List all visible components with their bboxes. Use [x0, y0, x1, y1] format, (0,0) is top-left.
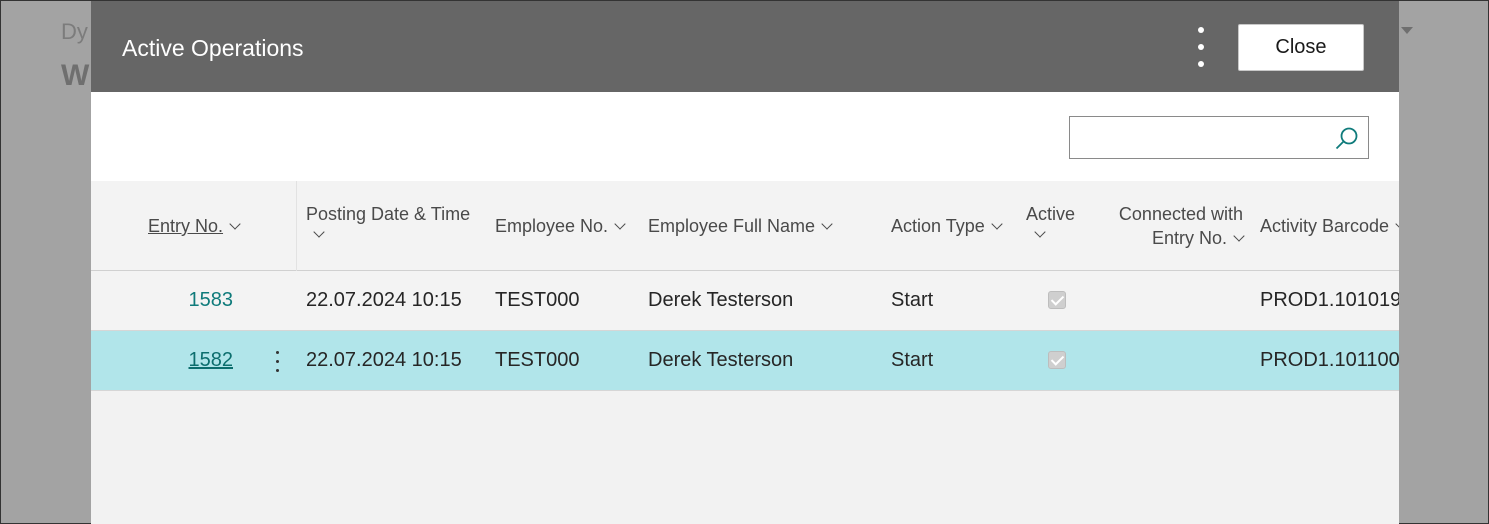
- column-header-action-type[interactable]: Action Type: [891, 214, 1003, 238]
- more-dot-icon: [1198, 27, 1204, 33]
- column-header-posting-date-time[interactable]: Posting Date & Time: [306, 202, 471, 238]
- more-dot-icon: [1198, 61, 1204, 67]
- column-label: Action Type: [891, 216, 985, 236]
- column-label: Employee Full Name: [648, 216, 816, 236]
- active-checkbox: [1048, 291, 1066, 309]
- search-input[interactable]: [1076, 123, 1326, 152]
- column-label: Active: [1026, 204, 1076, 224]
- chevron-down-icon: [229, 218, 241, 230]
- column-header-employee-full-name[interactable]: Employee Full Name: [648, 214, 833, 238]
- activity-barcode-cell: PROD1.101019: [1260, 289, 1399, 311]
- column-header-connected-entry-no[interactable]: Connected with Entry No.: [1117, 202, 1245, 250]
- column-header-employee-no[interactable]: Employee No.: [495, 214, 626, 238]
- background-title: Dy: [61, 19, 88, 44]
- employee-no-cell: TEST000: [495, 349, 580, 371]
- column-label: Posting Date & Time: [306, 204, 471, 224]
- column-label: Employee No.: [495, 216, 609, 236]
- background-dropdown-icon: [1401, 27, 1413, 34]
- grid-header: Entry No. Posting Date & Time Employee N…: [91, 181, 1399, 271]
- chevron-down-icon: [991, 218, 1003, 230]
- search-icon[interactable]: [1334, 126, 1360, 152]
- operations-grid: Entry No. Posting Date & Time Employee N…: [91, 181, 1399, 391]
- active-operations-dialog: Active Operations Close Entry No. Postin…: [91, 1, 1399, 524]
- column-header-activity-barcode[interactable]: Activity Barcode: [1260, 214, 1399, 238]
- column-header-entry-no[interactable]: Entry No.: [148, 214, 241, 238]
- dialog-toolbar: [91, 92, 1399, 181]
- column-label: Entry No.: [148, 216, 224, 236]
- posting-date-time-cell: 22.07.2024 10:15: [306, 289, 462, 311]
- dialog-header: Active Operations Close: [91, 1, 1399, 92]
- chevron-down-icon: [1395, 218, 1399, 230]
- close-button[interactable]: Close: [1238, 24, 1364, 71]
- chevron-down-icon: [313, 226, 325, 238]
- chevron-down-icon: [1034, 226, 1046, 238]
- chevron-down-icon: [821, 218, 833, 230]
- action-type-cell: Start: [891, 289, 934, 311]
- action-type-cell: Start: [891, 349, 934, 371]
- column-label: Connected with: [1118, 204, 1243, 224]
- active-checkbox: [1048, 351, 1066, 369]
- column-divider: [296, 181, 297, 271]
- table-row-selected[interactable]: 1582 22.07.2024 10:15 TEST000 Derek Test…: [91, 331, 1399, 391]
- chevron-down-icon: [1233, 230, 1245, 242]
- activity-barcode-cell: PROD1.101100: [1260, 349, 1399, 371]
- background-subtitle: W: [61, 59, 90, 92]
- search-box[interactable]: [1069, 116, 1369, 159]
- employee-no-cell: TEST000: [495, 289, 580, 311]
- posting-date-time-cell: 22.07.2024 10:15: [306, 349, 462, 371]
- more-dot-icon: [1198, 44, 1204, 50]
- table-row[interactable]: 1583 22.07.2024 10:15 TEST000 Derek Test…: [91, 271, 1399, 331]
- chevron-down-icon: [614, 218, 626, 230]
- column-header-active[interactable]: Active: [1026, 202, 1076, 238]
- column-label: Entry No.: [1151, 228, 1227, 248]
- dialog-title: Active Operations: [122, 35, 304, 61]
- entry-no-link[interactable]: 1582: [143, 349, 234, 372]
- employee-full-name-cell: Derek Testerson: [648, 349, 794, 371]
- employee-full-name-cell: Derek Testerson: [648, 289, 794, 311]
- more-options-button[interactable]: [1189, 25, 1213, 73]
- column-label: Activity Barcode: [1260, 216, 1390, 236]
- row-actions-icon[interactable]: [274, 349, 282, 375]
- entry-no-link[interactable]: 1583: [143, 289, 234, 312]
